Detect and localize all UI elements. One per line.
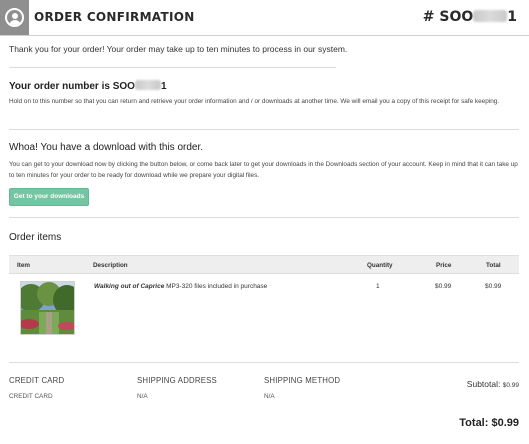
subtotal-value: $0.99 [502, 382, 519, 389]
download-note: You can get to your download now by clic… [9, 161, 518, 179]
order-items-heading: Order items [9, 232, 62, 243]
total-value: $0.99 [491, 417, 519, 429]
column-header-total: Total [486, 262, 501, 269]
divider [9, 67, 336, 68]
item-thumbnail[interactable] [20, 281, 75, 335]
order-number-heading: Your order number is SOO 1 [9, 80, 167, 92]
item-total: $0.99 [485, 283, 502, 290]
column-header-quantity: Quantity [367, 262, 393, 269]
column-header-description: Description [93, 262, 128, 269]
item-format: MP3-320 files included in purchase [164, 283, 268, 290]
item-title[interactable]: Walking out of Caprice [94, 283, 164, 290]
shipping-method-value: N/A [264, 393, 275, 400]
subtotal: Subtotal: $0.99 [467, 379, 519, 389]
thanks-message: Thank you for your order! Your order may… [9, 44, 348, 54]
column-header-item: Item [17, 262, 30, 269]
shipping-address-value: N/A [137, 393, 148, 400]
order-number-prefix: Your order number is SOO [9, 81, 135, 92]
page-header: ORDER CONFIRMATION # SOO 1 [0, 0, 529, 36]
divider [9, 362, 519, 363]
total-label: Total: [459, 417, 492, 429]
header-order-number: # SOO 1 [423, 9, 517, 25]
credit-card-value: CREDIT CARD [9, 393, 53, 400]
redacted-block [134, 80, 161, 90]
column-header-price: Price [436, 262, 452, 269]
subtotal-label: Subtotal: [466, 379, 503, 389]
download-heading: Whoa! You have a download with this orde… [9, 142, 204, 153]
items-table-header: Item Description Quantity Price Total [9, 255, 519, 274]
redacted-block [473, 10, 508, 22]
order-number-suffix: 1 [160, 81, 167, 92]
page-title: ORDER CONFIRMATION [34, 10, 195, 24]
divider [9, 217, 519, 218]
shipping-address-label: SHIPPING ADDRESS [137, 376, 217, 385]
order-number-note: Hold on to this number so that you can r… [9, 98, 500, 105]
credit-card-label: CREDIT CARD [9, 376, 65, 385]
header-order-prefix: # SOO [422, 9, 474, 25]
item-price: $0.99 [435, 283, 452, 290]
item-quantity: 1 [376, 283, 380, 290]
item-description: Walking out of Caprice MP3-320 files inc… [94, 283, 267, 290]
get-downloads-button[interactable]: Get to your downloads [9, 188, 89, 206]
divider [9, 129, 519, 130]
order-total: Total: $0.99 [459, 417, 519, 429]
user-circle-icon [5, 8, 24, 27]
header-icon-box [0, 0, 29, 35]
shipping-method-label: SHIPPING METHOD [264, 376, 341, 385]
header-order-suffix: 1 [507, 9, 517, 25]
